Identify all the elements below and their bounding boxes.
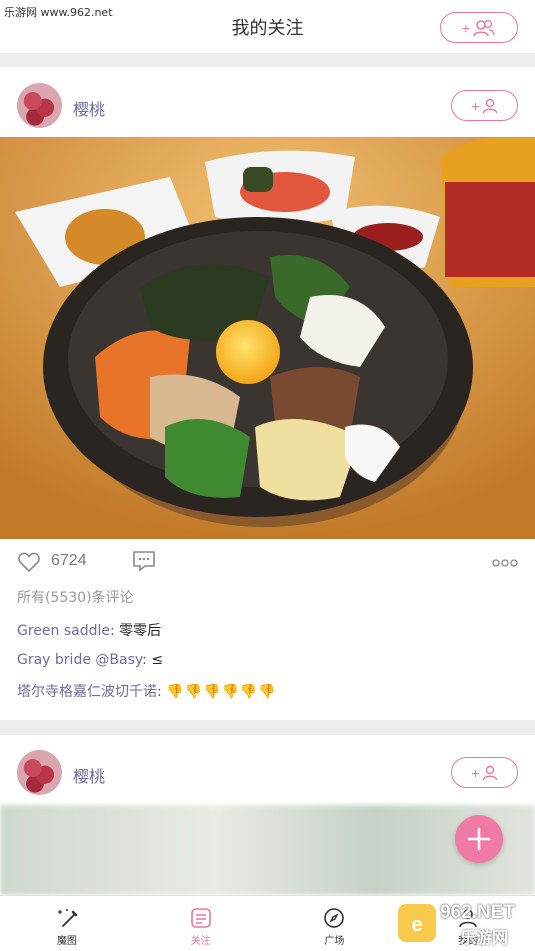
- avatar[interactable]: [17, 750, 62, 795]
- magic-wand-icon: [57, 909, 78, 927]
- plus-icon: +: [461, 19, 471, 36]
- heart-icon[interactable]: [17, 551, 41, 573]
- comment-author[interactable]: 塔尔寺格嘉仁波切千诺: [17, 684, 157, 700]
- comment-author[interactable]: Green saddle: [17, 623, 110, 639]
- comment-colon: :: [142, 652, 152, 668]
- comment-item: 塔尔寺格嘉仁波切千诺: 👎👎👎👎👎👎: [17, 681, 277, 701]
- create-post-button[interactable]: [455, 815, 503, 863]
- follow-button[interactable]: +: [451, 90, 518, 121]
- svg-text:e: e: [411, 914, 422, 936]
- user-icon: [482, 98, 497, 113]
- app-screen: 乐游网 www.962.net 我的关注 + 樱桃 + 6724 所有(5530…: [0, 0, 535, 951]
- add-friends-button[interactable]: +: [440, 12, 518, 43]
- watermark-logo: e 962.NET 乐游网: [398, 900, 530, 947]
- username[interactable]: 樱桃: [73, 763, 105, 787]
- nav-label: 广场: [324, 936, 345, 947]
- nav-item-follow[interactable]: 关注: [134, 896, 268, 951]
- plus-icon: [467, 827, 491, 851]
- comment-colon: :: [110, 623, 120, 639]
- watermark-text: 乐游网: [460, 928, 509, 947]
- post-card: 樱桃 +: [0, 67, 535, 720]
- comment-colon: :: [157, 684, 167, 700]
- bibimbap-image: [0, 137, 535, 539]
- comment-item: Green saddle: 零零后: [17, 620, 161, 640]
- user-icon: [482, 765, 497, 780]
- all-comments-link[interactable]: 所有(5530)条评论: [17, 587, 134, 607]
- comment-item: Gray bride @Basy: ≤: [17, 652, 163, 668]
- follow-icon: [190, 908, 211, 928]
- watermark-brand: 962.NET: [440, 902, 515, 923]
- comment-text: 👎👎👎👎👎👎: [166, 684, 277, 700]
- comment-text: ≤: [151, 652, 164, 668]
- comment-icon[interactable]: [132, 550, 156, 572]
- post-photo[interactable]: [0, 137, 535, 539]
- nav-item-square[interactable]: 广场: [268, 896, 402, 951]
- comment-author[interactable]: Gray bride @Basy: [17, 652, 142, 668]
- follow-button[interactable]: +: [451, 757, 518, 788]
- compass-icon: [324, 908, 345, 928]
- plus-icon: +: [471, 97, 480, 114]
- nav-item-magic[interactable]: 魔图: [0, 896, 134, 951]
- nav-label: 魔图: [56, 936, 77, 947]
- nav-label: 关注: [190, 936, 211, 947]
- plus-icon: +: [471, 764, 480, 781]
- like-count: 6724: [51, 552, 87, 569]
- post-photo[interactable]: [0, 805, 535, 895]
- watermark-top: 乐游网 www.962.net: [4, 6, 113, 19]
- username[interactable]: 樱桃: [73, 96, 105, 120]
- avatar[interactable]: [17, 83, 62, 128]
- users-icon: [473, 19, 495, 36]
- more-icon[interactable]: [492, 559, 518, 567]
- post-actions: 6724: [0, 539, 535, 589]
- comment-text: 零零后: [119, 623, 162, 639]
- post-card: 樱桃 +: [0, 735, 535, 895]
